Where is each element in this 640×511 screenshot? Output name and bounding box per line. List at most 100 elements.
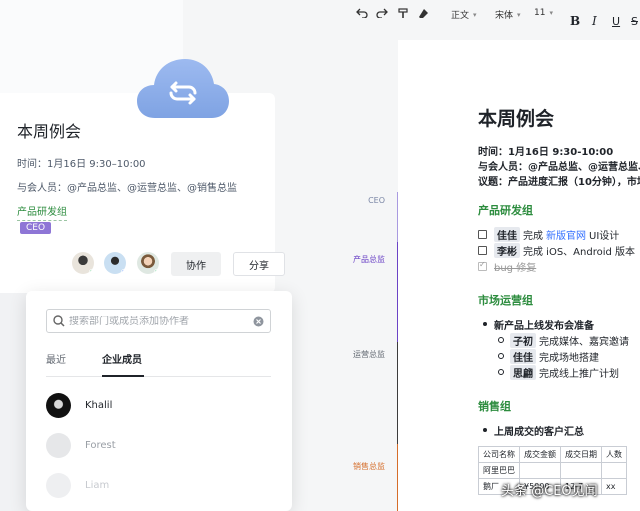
undo-button[interactable] bbox=[356, 8, 368, 18]
mention[interactable]: 思翩 bbox=[510, 364, 536, 380]
font-size-select[interactable]: 11 ▾ bbox=[534, 8, 553, 18]
document-outline bbox=[340, 40, 398, 511]
online-status-dot bbox=[89, 269, 94, 274]
strikethrough-button[interactable]: S bbox=[631, 15, 638, 28]
avatar[interactable] bbox=[72, 252, 94, 274]
document-time: 时间：1月16日 9:30-10:00 bbox=[478, 147, 614, 158]
table-row: 阿里巴巴 bbox=[478, 462, 627, 479]
tab-members[interactable]: 企业成员 bbox=[102, 351, 142, 366]
eraser-icon bbox=[419, 9, 428, 18]
format-painter-button[interactable] bbox=[398, 8, 408, 19]
paragraph-style-value: 正文 bbox=[451, 11, 470, 21]
chevron-down-icon: ▾ bbox=[549, 9, 553, 17]
member-name: Khalil bbox=[85, 400, 113, 411]
mention[interactable]: 李彬 bbox=[494, 242, 520, 258]
redo-button[interactable] bbox=[376, 8, 388, 18]
outline-item-sales[interactable]: 销售总监 bbox=[341, 461, 385, 472]
font-family-select[interactable]: 宋体 ▾ bbox=[495, 8, 521, 22]
heading-sales: 销售组 bbox=[478, 400, 511, 413]
avatar[interactable] bbox=[104, 252, 126, 274]
active-tab-indicator bbox=[102, 375, 144, 377]
watermark-text: 头条 @CEO见闻 bbox=[501, 484, 598, 499]
table-header: 成交金额 bbox=[519, 446, 561, 463]
bold-button[interactable]: B bbox=[570, 14, 580, 28]
mention[interactable]: 佳佳 bbox=[510, 348, 536, 364]
redo-icon bbox=[376, 8, 388, 18]
table-cell[interactable]: 阿里巴巴 bbox=[478, 462, 520, 479]
share-button[interactable]: 分享 bbox=[233, 252, 285, 276]
sync-cloud-icon bbox=[135, 55, 230, 120]
todo-text: 完成 iOS、Android 版本 bbox=[523, 246, 636, 258]
card-group-link[interactable]: 产品研发组 bbox=[17, 203, 67, 221]
meeting-card: 本周例会 时间：1月16日 9:30–10:00 与会人员：@产品总监、@运营总… bbox=[0, 93, 285, 293]
sub-bullet-item: 子初 完成媒体、嘉宾邀请 bbox=[478, 332, 640, 348]
table-cell[interactable] bbox=[601, 462, 627, 479]
todo-checkbox[interactable] bbox=[478, 245, 487, 255]
avatar bbox=[46, 393, 71, 418]
chevron-down-icon: ▾ bbox=[517, 10, 521, 19]
table-header: 成交日期 bbox=[560, 446, 602, 463]
todo-text: bug 修复 bbox=[494, 262, 537, 274]
chevron-down-icon: ▾ bbox=[473, 10, 477, 19]
clear-icon[interactable] bbox=[253, 316, 264, 327]
heading-product: 产品研发组 bbox=[478, 204, 533, 217]
bullet-item: 新产品上线发布会准备 bbox=[478, 316, 640, 332]
online-status-dot bbox=[154, 269, 159, 274]
member-item[interactable]: Forest bbox=[46, 433, 116, 458]
collaborate-button[interactable]: 协作 bbox=[171, 252, 221, 276]
underline-button[interactable]: U bbox=[612, 15, 620, 28]
card-attendees: 与会人员：@产品总监、@运营总监、@销售总监 bbox=[17, 183, 237, 194]
sub-bullet-item: 思翩 完成线上推广计划 bbox=[478, 364, 640, 380]
table-cell[interactable] bbox=[519, 462, 561, 479]
clear-format-button[interactable] bbox=[418, 8, 429, 19]
avatar bbox=[46, 433, 71, 458]
document-title: 本周例会 bbox=[478, 108, 555, 130]
member-name: Forest bbox=[85, 440, 116, 451]
sub-bullet-text: 完成场地搭建 bbox=[539, 352, 599, 364]
outline-item-product[interactable]: 产品总监 bbox=[341, 254, 385, 265]
heading-market: 市场运营组 bbox=[478, 294, 533, 307]
member-item[interactable]: Khalil bbox=[46, 393, 112, 418]
format-painter-icon bbox=[398, 8, 408, 18]
table-header-row: 公司名称 成交金额 成交日期 人数 bbox=[478, 446, 627, 463]
avatar[interactable] bbox=[137, 252, 159, 274]
paragraph-style-select[interactable]: 正文 ▾ bbox=[451, 8, 477, 22]
todo-text: UI设计 bbox=[589, 230, 620, 242]
table-header: 人数 bbox=[601, 446, 627, 463]
todo-item: 佳佳 完成 新版官网 UI设计 bbox=[478, 226, 640, 242]
avatar bbox=[46, 473, 71, 498]
todo-item: 李彬 完成 iOS、Android 版本 bbox=[478, 242, 640, 258]
document-agenda: 议题：产品进度汇报（10分钟），市场运营 bbox=[478, 177, 640, 188]
bullet-item: 上周成交的客户汇总 bbox=[478, 422, 640, 438]
italic-button[interactable]: I bbox=[592, 14, 597, 28]
search-input[interactable] bbox=[69, 315, 253, 327]
doc-link[interactable]: 新版官网 bbox=[546, 227, 586, 242]
todo-item-done: bug 修复 bbox=[478, 258, 640, 274]
tab-recent[interactable]: 最近 bbox=[46, 351, 66, 366]
document-attendees: 与会人员：@产品总监、@运营总监、@销售总监 bbox=[478, 162, 640, 173]
sub-bullet-text: 完成线上推广计划 bbox=[539, 368, 619, 380]
mention[interactable]: 子初 bbox=[510, 332, 536, 348]
sub-bullet-item: 佳佳 完成场地搭建 bbox=[478, 348, 640, 364]
mention[interactable]: 佳佳 bbox=[494, 226, 520, 242]
table-header: 公司名称 bbox=[478, 446, 520, 463]
member-item[interactable]: Liam bbox=[46, 473, 109, 498]
card-title: 本周例会 bbox=[17, 122, 82, 141]
sub-bullet-text: 完成媒体、嘉宾邀请 bbox=[539, 336, 629, 348]
table-cell[interactable]: xx bbox=[601, 478, 627, 495]
outline-item-ops[interactable]: 运营总监 bbox=[341, 349, 385, 360]
todo-text: 完成 bbox=[523, 230, 543, 242]
member-tabs: 最近 企业成员 bbox=[46, 351, 271, 377]
todo-checkbox-checked[interactable] bbox=[478, 260, 487, 271]
outline-item-ceo[interactable]: CEO bbox=[341, 196, 385, 205]
status-dot bbox=[121, 269, 126, 274]
todo-checkbox[interactable] bbox=[478, 229, 487, 239]
member-name: Liam bbox=[85, 480, 110, 491]
document-content[interactable]: 本周例会 时间：1月16日 9:30-10:00 与会人员：@产品总监、@运营总… bbox=[478, 104, 640, 495]
table-cell[interactable] bbox=[560, 462, 602, 479]
undo-icon bbox=[356, 8, 368, 18]
card-time: 时间：1月16日 9:30–10:00 bbox=[17, 159, 146, 170]
ceo-tag: CEO bbox=[20, 222, 52, 234]
search-icon bbox=[53, 315, 65, 327]
collaborator-search[interactable] bbox=[46, 309, 271, 333]
